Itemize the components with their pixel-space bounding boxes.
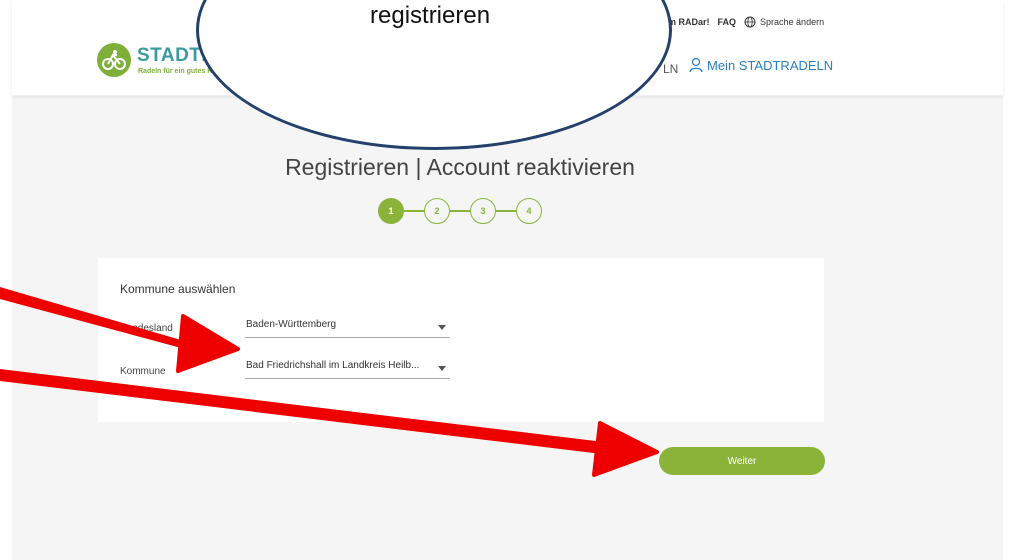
annotation-arrow-next [0,369,659,477]
annotation-arrows [0,287,659,477]
annotation-arrow-state [0,287,240,373]
